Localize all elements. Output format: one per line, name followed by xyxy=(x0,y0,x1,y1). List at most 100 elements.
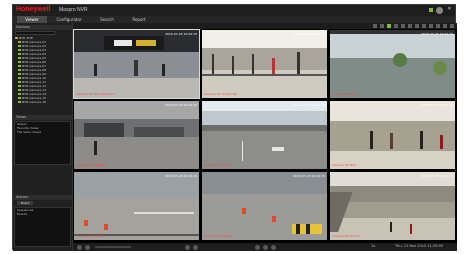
playback-bar: 1x Thu, 21 Nov 2015 11:39:00 xyxy=(73,243,457,251)
camera-video-feed xyxy=(330,172,455,240)
camera-tile[interactable]: Camera 03 Plaza 2015-07-23 10:02:15 xyxy=(329,29,456,99)
stop-button[interactable] xyxy=(85,244,90,250)
salvo-icon[interactable] xyxy=(415,24,419,28)
camera-icon xyxy=(18,64,21,68)
alarms-header: Alarms xyxy=(14,195,72,200)
title-bar: Honeywell Maxpro NVR ✕ xyxy=(13,5,455,16)
audio-button[interactable] xyxy=(271,244,276,250)
help-icon[interactable] xyxy=(450,24,454,28)
sidebar: Devices NVR SITE NVR-Camera-01 NVR-Camera-… xyxy=(13,23,73,251)
product-name: Maxpro NVR xyxy=(59,7,88,13)
device-tree: NVR SITE NVR-Camera-01 NVR-Camera-02 NVR-Ca… xyxy=(15,36,71,104)
alarm-item[interactable]: Events xyxy=(15,212,70,216)
tab-search[interactable]: Search xyxy=(93,16,121,23)
camera-video-feed xyxy=(74,30,199,98)
camera-video-feed xyxy=(202,30,327,98)
camera-icon xyxy=(18,80,21,84)
ptz-icon[interactable] xyxy=(422,24,426,28)
camera-tile[interactable]: Camera 08 Garage 2015-07-23 10:02:15 xyxy=(201,171,328,241)
camera-video-feed xyxy=(202,172,327,240)
timeline-slider[interactable] xyxy=(95,246,131,248)
camera-timestamp: 2015-07-23 10:02:15 xyxy=(165,174,197,178)
camera-timestamp: 2015-07-23 10:02:15 xyxy=(421,174,453,178)
user-avatar[interactable] xyxy=(436,7,443,14)
camera-timestamp: 2015-07-23 10:02:15 xyxy=(165,32,197,36)
camera-video-feed xyxy=(74,101,199,169)
camera-tile[interactable]: Camera 01 Main Entrance 2015-07-23 10:02:… xyxy=(73,29,200,99)
camera-icon xyxy=(18,92,21,96)
layout-4-icon[interactable] xyxy=(380,24,384,28)
zoom-in-button[interactable] xyxy=(185,244,190,250)
zoom-out-button[interactable] xyxy=(193,244,198,250)
tab-viewer[interactable]: Viewer xyxy=(17,16,47,23)
camera-label: Camera 06 Mall xyxy=(332,163,356,167)
camera-label: Camera 02 Ticket Hall xyxy=(204,92,238,96)
settings-icon[interactable] xyxy=(443,24,447,28)
camera-timestamp: 2015-07-23 10:02:15 xyxy=(165,103,197,107)
app-window: Honeywell Maxpro NVR ✕ Viewer Configurat… xyxy=(12,4,457,251)
camera-icon xyxy=(18,44,21,48)
snapshot-button[interactable] xyxy=(255,244,260,250)
play-button[interactable] xyxy=(77,244,82,250)
snapshot-icon[interactable] xyxy=(429,24,433,28)
status-icon xyxy=(429,8,433,12)
layout-9-icon[interactable] xyxy=(387,24,391,28)
views-panel: Salvos Favorite Views Tile Salvo Views xyxy=(14,121,71,165)
camera-timestamp: 2015-07-23 10:02:15 xyxy=(293,32,325,36)
record-button[interactable] xyxy=(263,244,268,250)
camera-tile[interactable]: Camera 04 Baggage 2015-07-23 10:02:15 xyxy=(73,100,200,170)
devices-header: Devices xyxy=(14,25,72,30)
camera-video-feed xyxy=(74,172,199,240)
tree-item[interactable]: NVR-Camera-16 xyxy=(15,100,71,104)
camera-icon xyxy=(18,100,21,104)
camera-grid: Camera 01 Main Entrance 2015-07-23 10:02:… xyxy=(73,29,457,243)
camera-tile[interactable]: Camera 09 Atrium 2015-07-23 10:02:15 xyxy=(329,171,456,241)
sequence-icon[interactable] xyxy=(408,24,412,28)
camera-icon xyxy=(18,96,21,100)
camera-timestamp: 2015-07-23 10:02:15 xyxy=(421,103,453,107)
camera-timestamp: 2015-07-23 10:02:15 xyxy=(293,174,325,178)
camera-icon xyxy=(18,88,21,92)
camera-video-feed xyxy=(330,30,455,98)
camera-label: Camera 03 Plaza xyxy=(332,92,358,96)
alarms-panel: Sequences Events xyxy=(14,207,71,247)
views-header: Views xyxy=(14,115,72,120)
layout-1-icon[interactable] xyxy=(373,24,377,28)
brand-logo: Honeywell xyxy=(16,6,51,13)
zoom-level: 1x xyxy=(371,244,376,248)
camera-video-feed xyxy=(330,101,455,169)
camera-label: Camera 09 Atrium xyxy=(332,234,360,238)
fullscreen-icon[interactable] xyxy=(401,24,405,28)
device-search-input[interactable] xyxy=(15,31,55,35)
layout-16-icon[interactable] xyxy=(394,24,398,28)
views-item[interactable]: Tile Salvo Views xyxy=(15,130,70,134)
camera-icon xyxy=(18,52,21,56)
camera-timestamp: 2015-07-23 10:02:15 xyxy=(421,32,453,36)
tab-event[interactable]: Event xyxy=(17,201,33,205)
camera-tile[interactable]: Camera 06 Mall 2015-07-23 10:02:15 xyxy=(329,100,456,170)
camera-label: Camera 07 Parking xyxy=(76,234,105,238)
camera-icon xyxy=(18,60,21,64)
close-icon[interactable]: ✕ xyxy=(446,6,453,13)
tab-configurator[interactable]: Configurator xyxy=(49,16,89,23)
camera-icon xyxy=(18,68,21,72)
camera-icon xyxy=(18,72,21,76)
camera-icon xyxy=(18,56,21,60)
camera-label: Camera 04 Baggage xyxy=(76,163,107,167)
camera-tile[interactable]: Camera 07 Parking 2015-07-23 10:02:15 xyxy=(73,171,200,241)
camera-tile[interactable]: Camera 05 Road 2015-07-23 10:02:15 xyxy=(201,100,328,170)
camera-label: Camera 05 Road xyxy=(204,163,230,167)
tab-report[interactable]: Report xyxy=(125,16,153,23)
main-tabs: Viewer Configurator Search Report xyxy=(13,16,455,23)
camera-video-feed xyxy=(202,101,327,169)
camera-label: Camera 08 Garage xyxy=(204,234,233,238)
camera-icon xyxy=(15,36,18,40)
camera-icon xyxy=(18,84,21,88)
status-date: Thu, 21 Nov 2015 11:39:00 xyxy=(395,244,444,248)
camera-label: Camera 01 Main Entrance xyxy=(76,92,116,96)
camera-icon xyxy=(18,76,21,80)
camera-icon xyxy=(18,40,21,44)
camera-tile[interactable]: Camera 02 Ticket Hall 2015-07-23 10:02:15 xyxy=(201,29,328,99)
export-icon[interactable] xyxy=(436,24,440,28)
camera-timestamp: 2015-07-23 10:02:15 xyxy=(293,103,325,107)
